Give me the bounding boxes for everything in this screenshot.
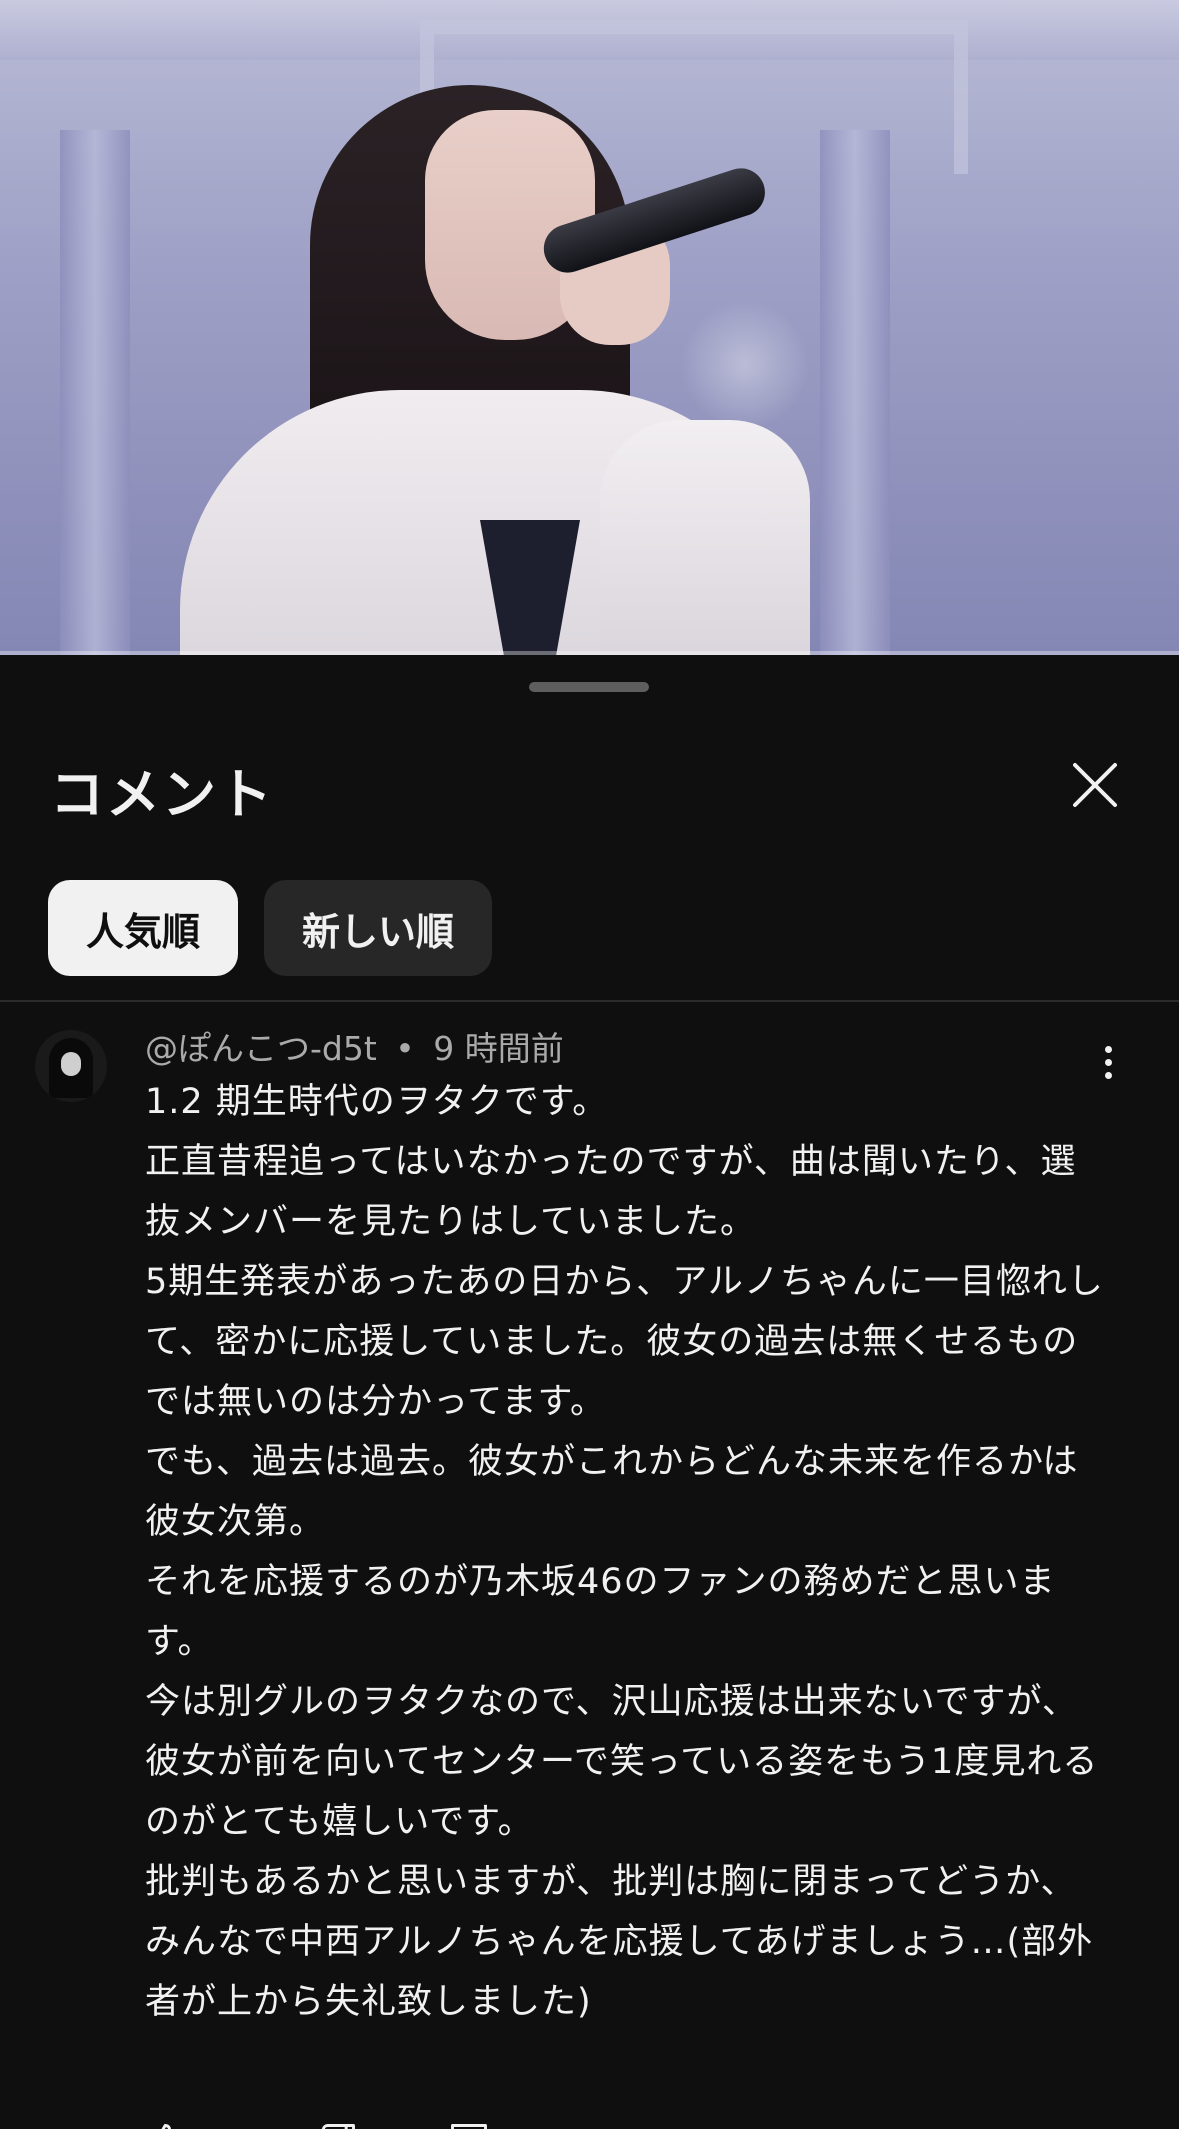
video-singer-sleeve <box>600 420 810 655</box>
video-player[interactable] <box>0 0 1179 655</box>
page: コメント 人気順 新しい順 @ぽんこつ-d5t • 9 時間前 1.2 期生時代… <box>0 0 1179 2129</box>
close-button[interactable] <box>1065 755 1125 815</box>
more-vert-icon <box>1104 1045 1112 1053</box>
avatar-face <box>61 1052 81 1076</box>
divider <box>0 1000 1179 1002</box>
video-progress-bar[interactable] <box>0 651 1179 655</box>
dislike-button[interactable] <box>315 2120 359 2129</box>
comment-author[interactable]: @ぽんこつ-d5t <box>145 1029 377 1068</box>
thumb-up-icon <box>161 2124 171 2129</box>
more-vert-icon-dot <box>1104 1058 1112 1066</box>
comment-meta: @ぽんこつ-d5t • 9 時間前 <box>145 1022 564 1070</box>
like-count: 18 <box>203 2123 245 2129</box>
video-stage-light <box>680 300 810 430</box>
sort-chips: 人気順 新しい順 <box>48 880 493 976</box>
reply-icon <box>451 2124 487 2129</box>
avatar[interactable] <box>35 1030 107 1102</box>
reply-button[interactable] <box>447 2120 491 2129</box>
like-button[interactable]: 18 <box>145 2120 245 2129</box>
comment-text: 1.2 期生時代のヲタクです。 正直昔程追ってはいなかったのですが、曲は聞いたり… <box>145 1082 1104 2022</box>
close-icon <box>1073 763 1117 807</box>
comments-sheet: コメント 人気順 新しい順 @ぽんこつ-d5t • 9 時間前 1.2 期生時代… <box>0 660 1179 2129</box>
thumb-down-icon <box>321 2124 355 2129</box>
video-stage-pillar <box>60 130 130 655</box>
meta-separator: • <box>395 1029 415 1068</box>
more-vert-icon-dot <box>1104 1071 1112 1079</box>
comment-actions: 18 <box>145 2112 491 2129</box>
comment-time: 9 時間前 <box>433 1029 564 1068</box>
comments-title: コメント <box>50 763 274 826</box>
sheet-drag-handle[interactable] <box>529 682 649 692</box>
sort-chip-newest[interactable]: 新しい順 <box>264 880 493 976</box>
sort-chip-top[interactable]: 人気順 <box>48 880 239 976</box>
video-stage-pillar <box>820 130 890 655</box>
